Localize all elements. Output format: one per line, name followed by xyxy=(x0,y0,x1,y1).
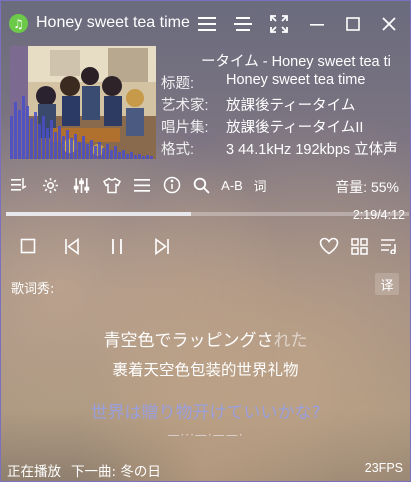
album-label: 唱片集: xyxy=(161,120,209,136)
time-display: 2:19/4:12 xyxy=(352,208,405,222)
progress-fill xyxy=(6,212,191,216)
song-info-scroll-line: ータイム - Honey sweet tea ti xyxy=(161,50,411,70)
close-icon[interactable] xyxy=(378,13,400,35)
lyrics-toggle-button[interactable]: 词 xyxy=(251,176,269,195)
playlist-icon[interactable] xyxy=(10,176,28,194)
info-icon[interactable] xyxy=(163,176,181,194)
search-icon[interactable] xyxy=(192,176,210,194)
format-value: 3 44.1kHz 192kbps 立体声 xyxy=(226,142,398,158)
format-row: 格式: 3 44.1kHz 192kbps 立体声 xyxy=(161,138,411,158)
album-cover[interactable] xyxy=(10,46,156,159)
favorite-button[interactable] xyxy=(318,236,340,256)
stop-button[interactable] xyxy=(17,236,39,256)
previous-button[interactable] xyxy=(61,236,83,256)
artist-label: 艺术家: xyxy=(161,98,209,114)
lyrics-section-title: 歌词秀: xyxy=(11,282,55,297)
current-lyric-translation: 裹着天空色包装的世界礼物 xyxy=(112,361,299,379)
next-lyric-translation: —···—·——· xyxy=(167,428,244,442)
grid-view-button[interactable] xyxy=(348,236,370,256)
album-row: 唱片集: 放課後ティータイムII xyxy=(161,116,411,136)
ab-repeat-button[interactable]: A-B xyxy=(218,176,246,194)
song-info-scroll-value: ータイム - Honey sweet tea ti xyxy=(201,54,391,70)
fullscreen-icon[interactable] xyxy=(268,13,290,35)
compact-icon[interactable] xyxy=(232,13,254,35)
current-lyric-line: 青空色でラッピングされた xyxy=(0,326,411,351)
fps-counter: 23FPS xyxy=(364,461,403,475)
current-lyric-remaining: れた xyxy=(273,331,308,351)
song-title-row: 标题: Honey sweet tea time xyxy=(161,72,411,92)
equalizer-icon[interactable] xyxy=(72,176,90,194)
album-value: 放課後ティータイムII xyxy=(226,120,364,136)
maximize-icon[interactable] xyxy=(342,13,364,35)
next-lyric-line: 世界は贈り物开けていいかな? xyxy=(90,403,321,423)
now-playing-label: 正在播放 xyxy=(7,464,61,480)
playlist-add-button[interactable] xyxy=(378,236,400,256)
format-label: 格式: xyxy=(161,142,195,158)
app-music-icon: ♫ xyxy=(9,14,28,33)
song-title-label: 标题: xyxy=(161,76,195,92)
progress-bar[interactable] xyxy=(6,212,409,216)
menu-icon[interactable] xyxy=(196,13,218,35)
next-button[interactable] xyxy=(151,236,173,256)
artist-row: 艺术家: 放課後ティータイム xyxy=(161,94,411,114)
minimize-icon[interactable] xyxy=(306,13,328,35)
next-song-label: 下一曲: 冬の日 xyxy=(71,464,161,480)
window-title: Honey sweet tea time xyxy=(36,14,190,31)
volume-label[interactable]: 音量: 55% xyxy=(335,177,399,197)
translate-button[interactable]: 译 xyxy=(375,273,399,295)
pause-button[interactable] xyxy=(106,236,128,256)
skin-icon[interactable] xyxy=(103,176,121,194)
more-menu-icon[interactable] xyxy=(133,176,151,194)
status-bar: 正在播放 下一曲: 冬の日 xyxy=(7,460,161,480)
title-bar[interactable]: ♫ Honey sweet tea time xyxy=(0,0,411,46)
song-title-value: Honey sweet tea time xyxy=(226,72,366,88)
artist-value: 放課後ティータイム xyxy=(226,98,356,114)
settings-icon[interactable] xyxy=(41,176,59,194)
current-lyric-sung: 青空色でラッピングさ xyxy=(103,331,274,351)
